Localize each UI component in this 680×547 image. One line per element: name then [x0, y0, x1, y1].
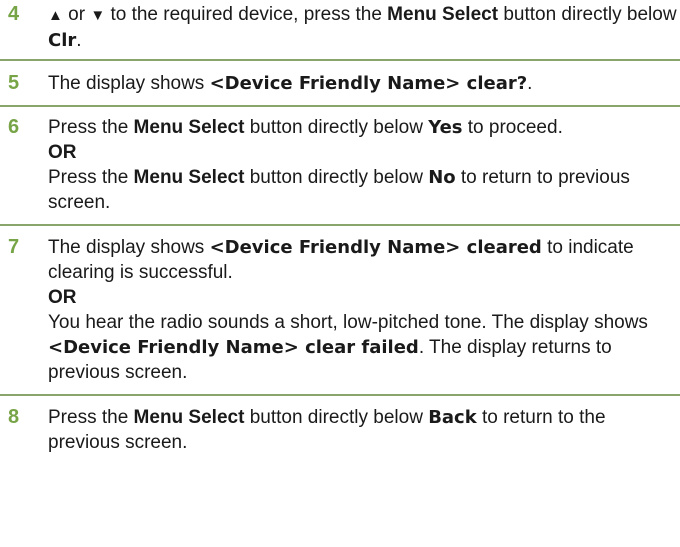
- step-4: 4 ▲ or ▼ to the required device, press t…: [0, 0, 680, 61]
- step-text: The display shows <Device Friendly Name>…: [48, 71, 680, 96]
- display-text: <Device Friendly Name> clear failed: [48, 337, 419, 358]
- text-segment: Press the: [48, 117, 134, 138]
- display-text: <Device Friendly Name> clear?: [209, 73, 528, 94]
- text-segment: Press the: [48, 167, 134, 188]
- menu-select-label: Menu Select: [133, 167, 245, 188]
- display-text: Yes: [428, 117, 463, 138]
- text-segment: The display shows: [48, 73, 210, 94]
- text-segment: You hear the radio sounds a short, low-p…: [48, 312, 648, 333]
- step-number: 4: [8, 3, 20, 25]
- step-8: 8 Press the Menu Select button directly …: [0, 396, 680, 463]
- text-segment: button directly below: [498, 4, 677, 25]
- step-text: The display shows <Device Friendly Name>…: [48, 235, 680, 285]
- display-text: No: [428, 167, 456, 188]
- text-segment: .: [527, 73, 533, 94]
- step-text-alt: Press the Menu Select button directly be…: [48, 165, 680, 215]
- step-text: ▲ or ▼ to the required device, press the…: [48, 2, 680, 53]
- display-text: <Device Friendly Name> cleared: [209, 237, 542, 258]
- step-text: Press the Menu Select button directly be…: [48, 115, 680, 140]
- text-segment: Press the: [48, 407, 134, 428]
- text-segment: or: [62, 4, 91, 25]
- display-text: Back: [428, 407, 477, 428]
- step-text: Press the Menu Select button directly be…: [48, 405, 680, 455]
- step-number: 6: [8, 116, 20, 138]
- step-number: 8: [8, 406, 20, 428]
- text-segment: button directly below: [244, 407, 429, 428]
- step-number: 7: [8, 236, 20, 258]
- procedure-steps: 4 ▲ or ▼ to the required device, press t…: [0, 0, 680, 463]
- text-segment: The display shows: [48, 237, 210, 258]
- step-7: 7 The display shows <Device Friendly Nam…: [0, 226, 680, 396]
- step-number: 5: [8, 72, 20, 94]
- or-separator: OR: [48, 287, 77, 308]
- display-text: Clr: [48, 30, 77, 51]
- text-segment: button directly below: [244, 167, 429, 188]
- text-segment: to the required device, press the: [105, 4, 388, 25]
- or-separator: OR: [48, 142, 77, 163]
- menu-select-label: Menu Select: [133, 117, 245, 138]
- down-arrow-icon: ▼: [90, 7, 106, 24]
- menu-select-label: Menu Select: [387, 4, 499, 25]
- step-6: 6 Press the Menu Select button directly …: [0, 107, 680, 226]
- step-text-alt: You hear the radio sounds a short, low-p…: [48, 310, 680, 385]
- text-segment: .: [76, 30, 82, 51]
- step-5: 5 The display shows <Device Friendly Nam…: [0, 61, 680, 107]
- text-segment: to proceed.: [462, 117, 563, 138]
- up-arrow-icon: ▲: [48, 7, 63, 24]
- menu-select-label: Menu Select: [133, 407, 245, 428]
- text-segment: button directly below: [244, 117, 429, 138]
